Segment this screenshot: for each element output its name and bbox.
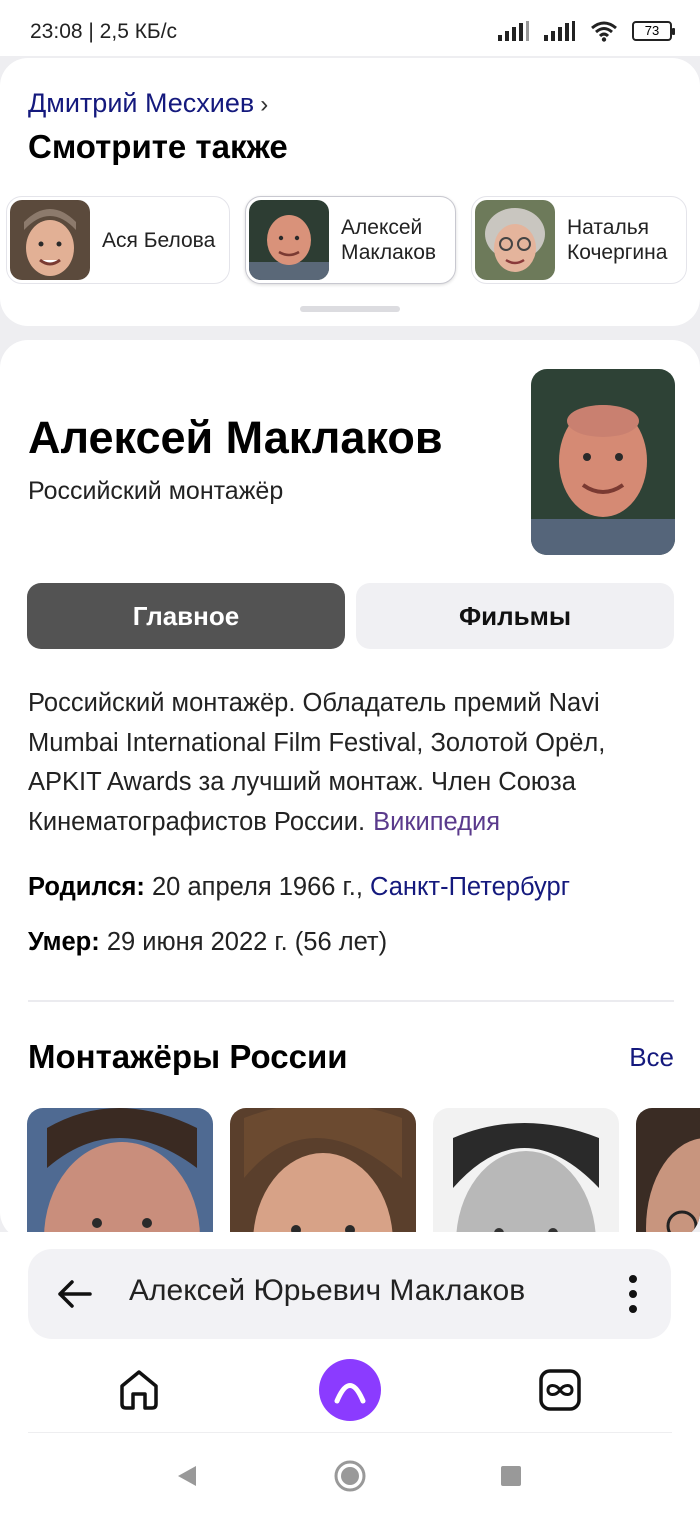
search-bar[interactable]: Алексей Юрьевич Маклаков	[28, 1249, 671, 1339]
person-photo	[249, 200, 329, 280]
editor-card[interactable]	[636, 1108, 700, 1240]
person-name: Наталья Кочергина	[567, 216, 668, 264]
wifi-icon	[591, 21, 617, 42]
bottom-bar: Алексей Юрьевич Маклаков	[0, 1232, 700, 1517]
person-photo	[475, 200, 555, 280]
born-fact: Родился: 20 апреля 1966 г., Санкт-Петерб…	[28, 873, 570, 902]
entity-card: Алексей Маклаков Российский монтажёр Гла…	[0, 340, 700, 1240]
editor-card[interactable]	[27, 1108, 213, 1240]
drag-handle[interactable]	[300, 306, 400, 312]
person-chip-natalya[interactable]: Наталья Кочергина	[471, 196, 687, 284]
person-chip-aleksey[interactable]: Алексей Маклаков	[245, 196, 456, 284]
person-name: Алексей Маклаков	[341, 216, 437, 264]
divider	[28, 1432, 672, 1433]
breadcrumb[interactable]: Дмитрий Месхиев ›	[28, 88, 268, 119]
entity-portrait[interactable]	[531, 369, 675, 555]
signal-icon	[544, 21, 575, 41]
system-nav	[0, 1452, 700, 1502]
related-all-link[interactable]: Все	[629, 1042, 674, 1073]
editor-card[interactable]	[230, 1108, 416, 1240]
related-title: Монтажёры России	[28, 1038, 348, 1075]
born-label: Родился:	[28, 873, 145, 901]
see-also-title: Смотрите также	[28, 128, 288, 165]
editor-card[interactable]	[433, 1108, 619, 1240]
status-icons: 73	[498, 20, 675, 42]
description-text: Российский монтажёр. Обладатель премий N…	[28, 689, 606, 836]
system-back-icon[interactable]	[176, 1464, 198, 1488]
person-photo	[10, 200, 90, 280]
home-icon[interactable]	[116, 1366, 162, 1412]
person-chip-asya[interactable]: Ася Белова	[6, 196, 230, 284]
died-fact: Умер: 29 июня 2022 г. (56 лет)	[28, 928, 387, 957]
breadcrumb-label[interactable]: Дмитрий Месхиев	[28, 88, 254, 118]
system-home-icon[interactable]	[334, 1460, 366, 1492]
battery-icon: 73	[632, 21, 675, 41]
entity-description: Российский монтажёр. Обладатель премий N…	[28, 684, 676, 842]
divider	[28, 1000, 674, 1002]
person-name: Ася Белова	[102, 228, 216, 252]
alice-icon[interactable]	[319, 1359, 381, 1421]
died-label: Умер:	[28, 928, 100, 956]
status-time: 23:08 | 2,5 КБ/с	[30, 20, 178, 43]
system-recents-icon[interactable]	[500, 1465, 522, 1487]
tab-films[interactable]: Фильмы	[356, 583, 674, 649]
chevron-right-icon: ›	[260, 91, 269, 118]
born-value: 20 апреля 1966 г.,	[152, 873, 363, 901]
tab-main[interactable]: Главное	[27, 583, 345, 649]
source-link[interactable]: Википедия	[373, 808, 500, 836]
see-also-card: Дмитрий Месхиев › Смотрите также Ася Бело…	[0, 58, 700, 326]
signal-icon	[498, 21, 529, 41]
entity-name: Алексей Маклаков	[28, 412, 443, 463]
status-bar: 23:08 | 2,5 КБ/с 73	[0, 0, 700, 56]
born-place-link[interactable]: Санкт-Петербург	[370, 873, 570, 901]
tabs-icon[interactable]	[537, 1367, 583, 1413]
more-icon[interactable]	[629, 1274, 637, 1314]
back-arrow-icon[interactable]	[54, 1274, 94, 1314]
app-nav	[0, 1352, 700, 1432]
entity-subtitle: Российский монтажёр	[28, 477, 284, 505]
died-value: 29 июня 2022 г. (56 лет)	[106, 928, 388, 956]
search-query[interactable]: Алексей Юрьевич Маклаков	[129, 1274, 525, 1308]
